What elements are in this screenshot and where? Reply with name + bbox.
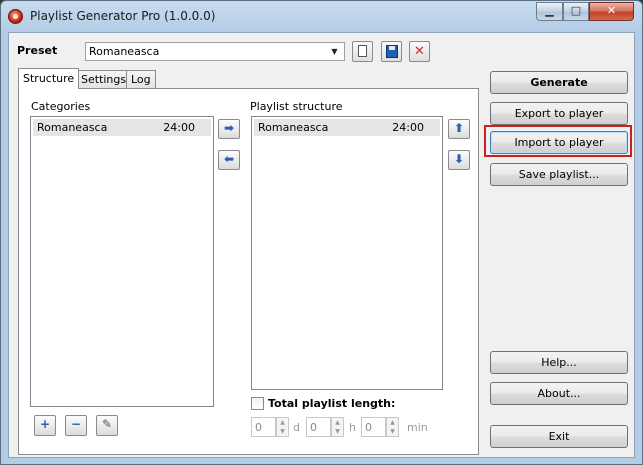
category-name: Romaneasca: [37, 121, 108, 134]
arrow-up-icon: ⬆: [453, 121, 465, 135]
app-window: Playlist Generator Pro (1.0.0.0) ▁ □ ✕ P…: [0, 0, 643, 465]
move-right-button[interactable]: ➡: [218, 119, 240, 139]
move-up-button[interactable]: ⬆: [448, 119, 470, 139]
save-preset-button[interactable]: [381, 41, 402, 62]
minutes-stepper[interactable]: 0 ▲ ▼: [361, 417, 399, 437]
client-area: Preset Romaneasca ▼ ✕ Structure Settings…: [8, 32, 635, 458]
edit-category-button[interactable]: ✎: [96, 415, 118, 436]
help-button[interactable]: Help...: [490, 351, 628, 374]
plus-icon: +: [39, 417, 51, 431]
minutes-input[interactable]: 0: [361, 417, 386, 437]
categories-label: Categories: [31, 100, 91, 113]
edit-icon: ✎: [101, 417, 113, 431]
list-item[interactable]: Romaneasca 24:00: [254, 119, 440, 136]
minimize-icon: ▁: [545, 4, 554, 17]
generate-button[interactable]: Generate: [490, 71, 628, 94]
title-bar[interactable]: Playlist Generator Pro (1.0.0.0) ▁ □ ✕: [1, 1, 642, 32]
remove-category-button[interactable]: −: [65, 415, 87, 436]
arrow-left-icon: ⬅: [223, 152, 235, 166]
categories-list[interactable]: Romaneasca 24:00: [30, 116, 214, 407]
close-button[interactable]: ✕: [589, 2, 634, 21]
structure-item-duration: 24:00: [392, 121, 424, 134]
minus-icon: −: [70, 417, 82, 431]
arrow-down-icon: ⬇: [453, 152, 465, 166]
maximize-icon: □: [570, 4, 582, 17]
move-down-button[interactable]: ⬇: [448, 150, 470, 170]
total-length-checkbox[interactable]: [251, 397, 264, 410]
floppy-save-icon: [386, 45, 398, 58]
hours-spin-arrows-icon[interactable]: ▲ ▼: [331, 417, 344, 437]
add-category-button[interactable]: +: [34, 415, 56, 436]
tab-structure[interactable]: Structure: [18, 68, 80, 89]
arrow-right-icon: ➡: [223, 121, 235, 135]
hours-stepper[interactable]: 0 ▲ ▼: [306, 417, 344, 437]
playlist-structure-label: Playlist structure: [250, 100, 343, 113]
list-item[interactable]: Romaneasca 24:00: [33, 119, 211, 136]
delete-x-icon: ✕: [414, 44, 425, 59]
hours-input[interactable]: 0: [306, 417, 331, 437]
about-button[interactable]: About...: [490, 382, 628, 405]
window-title: Playlist Generator Pro (1.0.0.0): [30, 9, 216, 23]
delete-preset-button[interactable]: ✕: [409, 41, 430, 62]
close-icon: ✕: [606, 4, 617, 17]
days-input[interactable]: 0: [251, 417, 276, 437]
days-unit-label: d: [293, 421, 300, 434]
move-left-button[interactable]: ⬅: [218, 150, 240, 170]
structure-item-name: Romaneasca: [258, 121, 329, 134]
minutes-unit-label: min: [407, 421, 428, 434]
preset-label: Preset: [17, 44, 58, 57]
app-icon[interactable]: [8, 9, 23, 24]
hours-unit-label: h: [349, 421, 356, 434]
import-to-player-button[interactable]: Import to player: [490, 131, 628, 154]
export-to-player-button[interactable]: Export to player: [490, 102, 628, 125]
new-document-icon: [358, 45, 367, 57]
days-stepper[interactable]: 0 ▲ ▼: [251, 417, 289, 437]
playlist-structure-list[interactable]: Romaneasca 24:00: [251, 116, 443, 390]
days-spin-arrows-icon[interactable]: ▲ ▼: [276, 417, 289, 437]
exit-button[interactable]: Exit: [490, 425, 628, 448]
maximize-button[interactable]: □: [563, 2, 589, 21]
category-duration: 24:00: [163, 121, 195, 134]
tab-settings[interactable]: Settings: [76, 70, 132, 88]
new-preset-button[interactable]: [352, 41, 373, 62]
chevron-down-icon[interactable]: ▼: [327, 44, 342, 59]
minutes-spin-arrows-icon[interactable]: ▲ ▼: [386, 417, 399, 437]
save-playlist-button[interactable]: Save playlist...: [490, 163, 628, 186]
tab-log[interactable]: Log: [126, 70, 156, 88]
preset-value: Romaneasca: [89, 45, 160, 58]
minimize-button[interactable]: ▁: [536, 2, 563, 21]
preset-dropdown[interactable]: Romaneasca ▼: [85, 42, 345, 61]
total-length-label: Total playlist length:: [268, 397, 396, 410]
